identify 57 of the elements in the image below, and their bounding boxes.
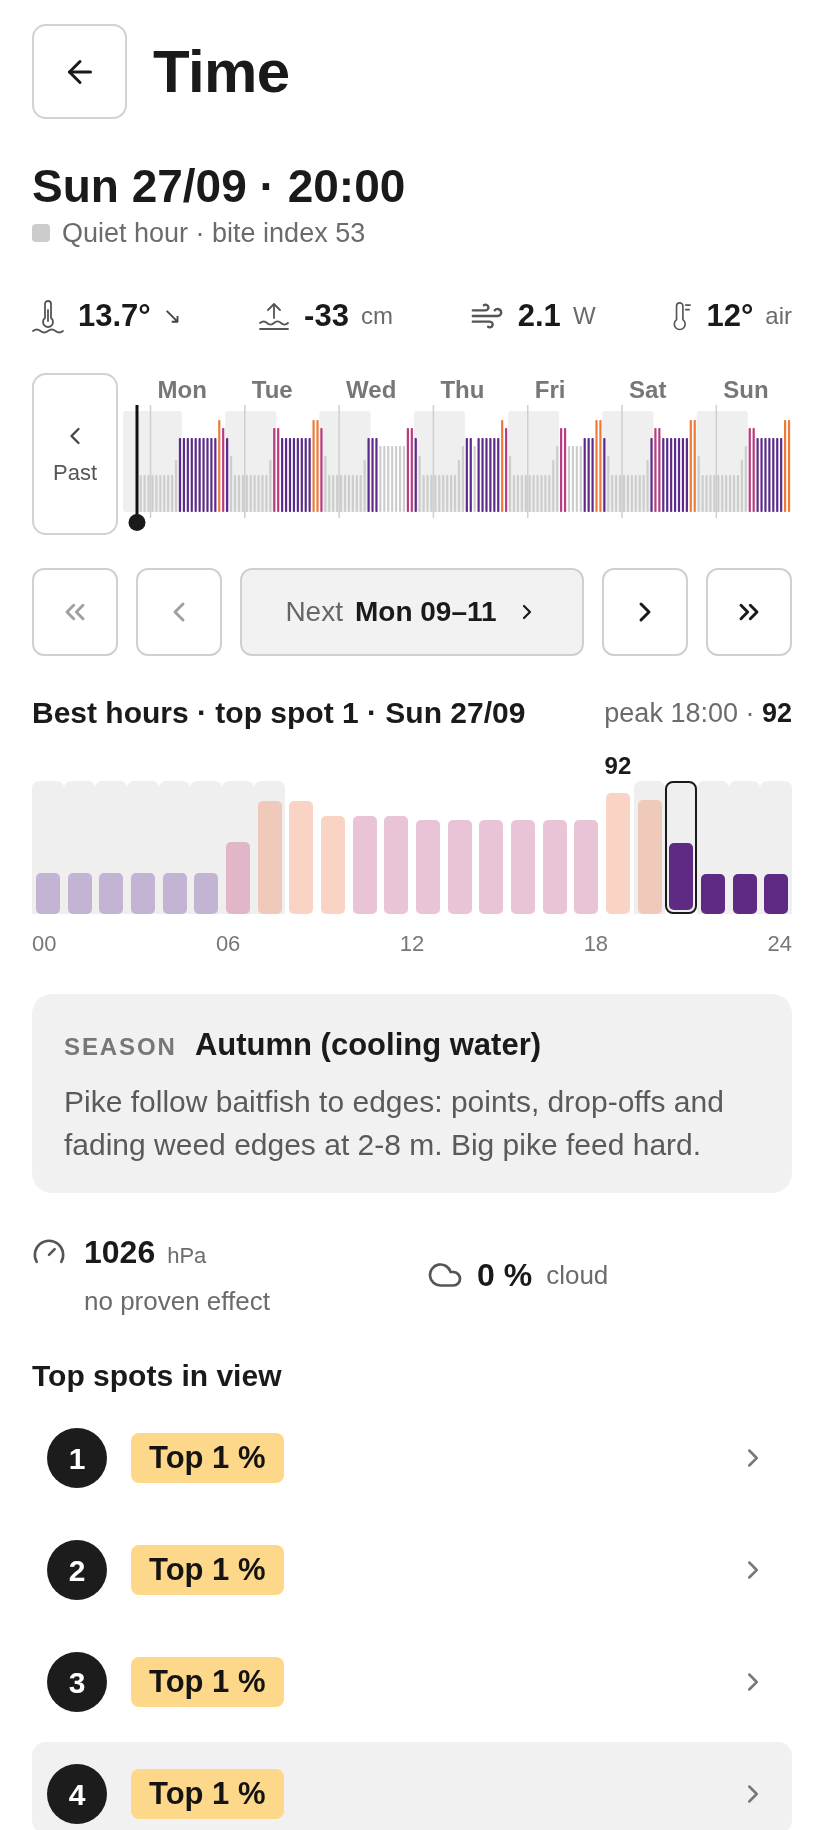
rank-marker: 2 bbox=[47, 1540, 107, 1600]
day-label: Sun bbox=[723, 376, 769, 403]
axis-label: 06 bbox=[215, 930, 241, 958]
percentile-tag: Top 1 % bbox=[131, 1545, 284, 1595]
back-button[interactable] bbox=[32, 24, 127, 119]
rank-marker: 1 bbox=[47, 1428, 107, 1488]
day-label: Sat bbox=[629, 376, 667, 403]
pressure-unit: hPa bbox=[167, 1242, 207, 1270]
status-text: Quiet hour · bite index 53 bbox=[62, 217, 366, 249]
condition-unit: W bbox=[572, 301, 596, 331]
percentile-tag: Top 1 % bbox=[131, 1769, 284, 1819]
day-label: Fri bbox=[534, 376, 566, 403]
condition-value: -33 bbox=[304, 297, 349, 335]
axis-label: 12 bbox=[399, 930, 425, 958]
date-time-heading: Sun 27/09 · 20:00 bbox=[32, 160, 407, 212]
section-heading: Best hours · top spot 1 · Sun 27/09 bbox=[32, 695, 526, 731]
thermometer-waves-icon bbox=[32, 298, 64, 334]
condition-value: 12° bbox=[706, 297, 754, 335]
hour-slot[interactable] bbox=[665, 781, 698, 914]
rank-marker: 3 bbox=[47, 1652, 107, 1712]
peak-summary: peak 18:00 · 92 bbox=[604, 697, 792, 730]
condition-value: 13.7° bbox=[78, 297, 151, 335]
axis-label: 18 bbox=[583, 930, 609, 958]
day-label: Wed bbox=[346, 376, 397, 403]
jump-forward-button[interactable] bbox=[706, 568, 792, 656]
cloud-value: 0 % bbox=[477, 1256, 533, 1295]
time-cursor-handle[interactable] bbox=[128, 405, 146, 531]
past-button[interactable]: Past bbox=[32, 373, 118, 535]
pressure-value: 1026 bbox=[84, 1233, 156, 1272]
season-description: Pike follow baitfish to edges: points, drop-offs and fading weed edges at 2-8 m. Big pike feed hard. bbox=[64, 1084, 725, 1163]
thermometer-icon bbox=[672, 301, 693, 331]
next-window-button[interactable]: Next Mon 09–11 bbox=[240, 568, 584, 656]
percentile-tag: Top 1 % bbox=[131, 1433, 284, 1483]
condition-unit: cm bbox=[360, 301, 393, 331]
hour-slot[interactable] bbox=[760, 781, 793, 914]
rank-marker: 4 bbox=[47, 1764, 107, 1824]
day-label: Tue bbox=[251, 376, 293, 403]
cloud-unit: cloud bbox=[546, 1259, 609, 1292]
season-label: SEASON bbox=[64, 1032, 177, 1062]
percentile-tag: Top 1 % bbox=[131, 1657, 284, 1707]
section-heading: Top spots in view bbox=[32, 1358, 283, 1394]
hour-slot[interactable] bbox=[633, 781, 666, 914]
peak-value-label: 92 bbox=[604, 752, 632, 780]
hour-slot[interactable] bbox=[697, 781, 729, 914]
up-arrow-waves-icon bbox=[258, 301, 291, 331]
day-label: Thu bbox=[440, 376, 485, 403]
condition-value: 2.1 bbox=[517, 297, 561, 335]
axis-label: 00 bbox=[32, 930, 57, 958]
day-label: Mon bbox=[157, 376, 207, 403]
spot-list-item[interactable]: 4 Top 1 % bbox=[32, 1742, 792, 1830]
condition-unit: air bbox=[765, 301, 792, 331]
page-title: Time bbox=[153, 36, 290, 107]
axis-label: 24 bbox=[767, 930, 792, 958]
season-title: Autumn (cooling water) bbox=[194, 1026, 542, 1064]
next-button[interactable] bbox=[602, 568, 688, 656]
trend-arrow: ↘ bbox=[162, 302, 182, 330]
pressure-note: no proven effect bbox=[84, 1285, 270, 1318]
